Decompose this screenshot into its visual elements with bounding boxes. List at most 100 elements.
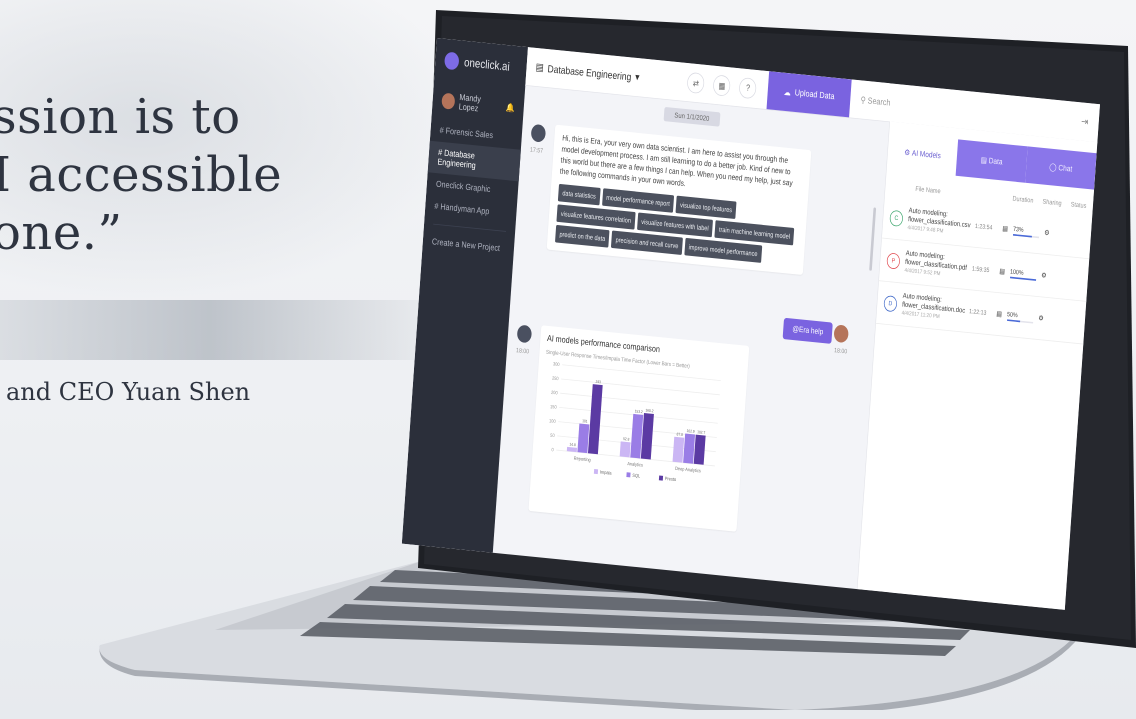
share-icon[interactable]: ▤ (999, 267, 1005, 276)
legend-swatch (593, 468, 599, 475)
bar (587, 384, 603, 455)
gear-icon[interactable]: ⚙ (1044, 228, 1050, 237)
divider (433, 223, 507, 232)
era-help-message: @Era help (782, 317, 834, 344)
status-percent: 73% (1012, 224, 1024, 234)
progress-fill (1006, 318, 1020, 322)
avatar (833, 324, 849, 344)
bell-icon[interactable]: 🔔 (505, 102, 515, 113)
command-chip[interactable]: predict on the data (554, 224, 610, 248)
file-list: C Auto modeling: flower_classification.c… (875, 195, 1093, 345)
data-label: 102.9 (686, 429, 694, 434)
tab-label: Data (988, 156, 1003, 167)
logout-icon[interactable]: ⇥ (1081, 115, 1089, 128)
quote-line: ssion is to (0, 89, 241, 145)
project-title: Database Engineering (547, 62, 632, 83)
y-tick-label: 100 (549, 418, 556, 424)
legend-swatch (626, 472, 631, 478)
doc-file-icon: D (883, 294, 898, 312)
right-panel: ⚙ AI Models ▤ Data ◯ Chat File Name Dura… (856, 121, 1098, 610)
file-status: 100% (1009, 267, 1037, 281)
tab-label: AI Models (911, 148, 942, 161)
gear-icon[interactable]: ⚙ (1038, 314, 1044, 323)
data-label: 101 (582, 419, 588, 424)
pdf-file-icon: P (886, 252, 901, 270)
quote-line: one.” (0, 205, 123, 261)
file-duration: 1:23:54 (974, 222, 993, 232)
message-time: 17:57 (529, 145, 544, 155)
user-name: Mandy Lopez (458, 92, 482, 114)
cloud-upload-icon: ☁ (783, 87, 792, 98)
background-blur-band (0, 300, 420, 360)
avatar (441, 92, 456, 110)
progress-fill (1012, 233, 1032, 238)
logo-text: oneclick.ai (463, 55, 511, 74)
app-screen: oneclick.ai Mandy Lopez 🔔 # Forensic Sal… (401, 38, 1100, 610)
command-chip[interactable]: data statistics (557, 183, 601, 206)
project-selector[interactable]: ▤ Database Engineering ▾ (535, 60, 640, 84)
tab-ai-models[interactable]: ⚙ AI Models (887, 133, 959, 176)
chat-scrollbar[interactable] (869, 207, 877, 271)
progress-bar (1006, 318, 1033, 324)
tab-label: Chat (1058, 163, 1073, 174)
legend-label: SQL (632, 472, 641, 478)
data-label: 160.2 (645, 408, 653, 413)
bot-avatar (530, 123, 547, 143)
quote-text: ssion is to I accessible one.” (0, 88, 282, 262)
database-icon: ▤ (535, 60, 545, 74)
chat-area: Sun 1/1/2020 17:57 Hi, this is Era, your… (493, 85, 890, 589)
bar (672, 436, 685, 463)
x-tick-label: Reporting (574, 455, 592, 462)
share-icon[interactable]: ▤ (1002, 224, 1008, 233)
command-chip[interactable]: improve model performance (684, 237, 763, 263)
y-tick-label: 200 (551, 389, 558, 395)
logo-icon (444, 51, 460, 71)
quote-attribution: and CEO Yuan Shen (6, 378, 251, 406)
file-name: Auto modeling: flower_classification.csv… (907, 206, 971, 238)
create-project-button[interactable]: Create a New Project (422, 230, 515, 261)
search-icon: ⚲ (860, 95, 867, 106)
data-label: 102.7 (697, 430, 705, 435)
date-chip: Sun 1/1/2020 (663, 106, 721, 127)
share-icon[interactable]: ⇄ (686, 71, 706, 95)
quote-line: I accessible (0, 147, 283, 203)
tab-chat[interactable]: ◯ Chat (1024, 146, 1097, 190)
bar-chart: 0 50 100 150 200 250 300 14.8 101 243 Reporting 52.… (549, 361, 721, 483)
data-label: 52.8 (623, 437, 630, 442)
file-name: Auto modeling: flower_classification.pdf… (904, 249, 968, 281)
command-chip[interactable]: precision and recall curve (611, 230, 683, 255)
table-icon[interactable]: ▦ (712, 74, 732, 97)
column-header: File Name (915, 184, 941, 195)
data-label: 14.8 (569, 442, 576, 447)
legend-label: Presto (665, 476, 677, 483)
column-header: Sharing (1042, 197, 1062, 208)
message-time: 18:00 (515, 346, 530, 356)
file-status: 73% (1012, 224, 1040, 238)
legend-label: Impala (600, 469, 613, 476)
progress-bar (1012, 233, 1039, 238)
csv-file-icon: C (889, 209, 904, 227)
file-name: Auto modeling: flower_classification.doc… (901, 291, 965, 323)
search-placeholder: Search (867, 95, 891, 108)
y-tick-label: 50 (550, 432, 555, 438)
help-icon[interactable]: ? (738, 77, 758, 100)
chevron-down-icon: ▾ (634, 70, 640, 83)
file-duration: 1:22:13 (968, 307, 987, 317)
upload-label: Upload Data (794, 88, 835, 102)
grid-line (560, 392, 719, 410)
progress-fill (1009, 276, 1036, 281)
tab-data[interactable]: ▤ Data (955, 139, 1028, 183)
x-tick-label: Analytics (627, 461, 644, 468)
bar (619, 441, 631, 458)
command-chip[interactable]: visualize top features (675, 195, 737, 219)
data-label: 87.8 (676, 432, 683, 437)
column-header: Duration (1012, 194, 1034, 205)
status-percent: 50% (1006, 310, 1018, 319)
gear-icon[interactable]: ⚙ (1041, 271, 1047, 280)
chart-card: AI models performance comparison Single-… (528, 325, 750, 532)
file-status: 50% (1006, 309, 1034, 324)
bar (577, 423, 590, 454)
share-icon[interactable]: ▤ (996, 310, 1002, 319)
bot-avatar (516, 324, 533, 344)
